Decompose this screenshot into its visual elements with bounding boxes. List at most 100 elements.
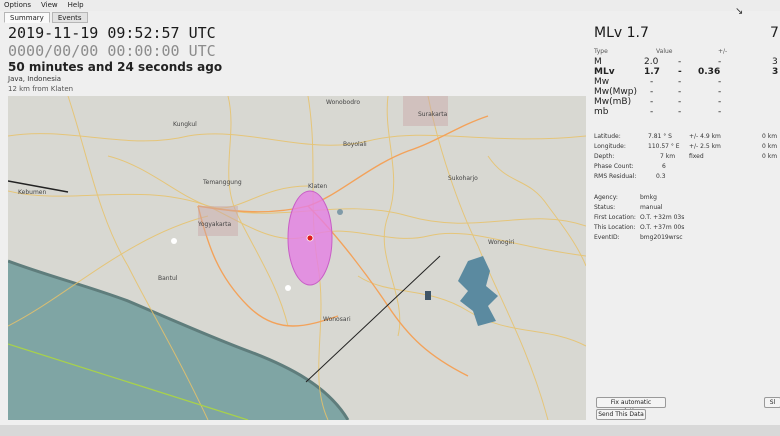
mag-type: Mw [594,77,610,87]
longitude-label: Longitude: [594,143,626,150]
mag-value: 1.7 [644,67,660,77]
mag-value: - [650,107,654,117]
label-temanggung: Temanggung [202,179,242,186]
region-name: Java, Indonesia [8,75,62,83]
agency-label: Agency: [594,194,618,201]
agency-value: bmkg [640,194,657,201]
label-bantul: Bantul [158,275,178,282]
mag-value: - [650,77,654,87]
header-value: Value [656,48,673,55]
this-location-row: This Location: O.T. +37m 00s [594,224,780,234]
side-button[interactable]: Sl [764,397,780,408]
label-wonosari: Wonosari [323,316,351,323]
phase-count-label: Phase Count: [594,163,634,170]
station-marker-east[interactable] [337,209,343,215]
station-marker-square[interactable] [425,291,431,300]
menu-bar: Options View Help [0,0,780,11]
mag-dash: - [678,67,682,77]
mag-value: 2.0 [644,57,659,67]
origin-time: 2019-11-19 09:52:57 UTC [8,24,216,42]
rms-value: 0.3 [656,173,666,180]
mag-uncertainty: - [718,97,722,107]
map-canvas[interactable]: Kungkul Wonobodro Boyolali Surakarta Tem… [8,96,586,420]
mag-value: - [650,97,654,107]
first-location-value: O.T. +32m 03s [640,214,685,221]
first-location-label: First Location: [594,214,636,221]
mag-uncertainty: - [718,57,722,67]
menu-help[interactable]: Help [68,1,84,9]
mag-type: Mw(mB) [594,97,632,107]
magnitude-title: MLv 1.7 [594,25,649,41]
mag-count: 3 [772,67,779,77]
event-map[interactable]: Kungkul Wonobodro Boyolali Surakarta Tem… [8,96,586,420]
mag-dash: - [678,57,682,67]
label-klaten: Klaten [308,183,327,190]
fix-solution-button[interactable]: Fix automatic solutions [596,397,666,415]
mouse-cursor-icon: ↘ [735,6,744,17]
station-marker-west[interactable] [171,238,177,244]
rms-label: RMS Residual: [594,173,637,180]
epicenter-marker[interactable] [306,234,314,242]
tab-events[interactable]: Events [51,12,88,23]
status-row: Status: manual [594,204,780,214]
depth-value: 7 km [660,153,676,160]
mag-type: mb [594,107,609,117]
mag-type: MLv [594,67,615,77]
mag-dash: - [678,107,682,117]
label-kungkul: Kungkul [173,121,197,128]
send-data-button[interactable]: Send This Data [596,409,646,420]
label-boyolali: Boyolali [343,141,367,148]
latitude-row: Latitude: 7.81 ° S +/- 4.9 km 0 km [594,133,780,143]
mag-count: 3 [772,57,778,67]
longitude-row: Longitude: 110.57 ° E +/- 2.5 km 0 km [594,143,780,153]
magnitude-row-mwp[interactable]: Mw(Mwp) - - - [594,87,780,97]
agency-row: Agency: bmkg [594,194,780,204]
mag-uncertainty: - [718,77,722,87]
mag-type: Mw(Mwp) [594,87,637,97]
mag-type: M [594,57,602,67]
station-marker-south[interactable] [285,285,291,291]
depth-extra: 0 km [762,153,778,160]
tab-bar: Summary Events [4,12,88,23]
tab-summary[interactable]: Summary [4,12,50,23]
event-id-label: EventID: [594,234,620,241]
label-surakarta: Surakarta [418,111,448,118]
status-bar [0,425,780,436]
header-uncertainty: +/- [718,48,728,55]
label-kebumen: Kebumen [18,189,46,196]
magnitude-row-mb-upper[interactable]: Mw(mB) - - - [594,97,780,107]
header-type: Type [594,48,608,55]
magnitude-row-mb[interactable]: mb - - - [594,107,780,117]
depth-fixed: fixed [689,153,704,160]
mag-dash: - [678,87,682,97]
this-location-label: This Location: [594,224,636,231]
latitude-label: Latitude: [594,133,621,140]
mag-uncertainty: 0.36 [698,67,721,77]
magnitude-right-value: 7 [770,25,779,41]
location-info: Latitude: 7.81 ° S +/- 4.9 km 0 km Longi… [594,133,780,183]
longitude-value: 110.57 ° E [648,143,680,150]
label-sukoharjo: Sukoharjo [448,175,478,182]
magnitude-table: Type Value +/- M 2.0 - - 3 MLv 1.7 - 0.3… [594,48,780,117]
magnitude-row-mw[interactable]: Mw - - - [594,77,780,87]
mag-dash: - [678,77,682,87]
label-yogyakarta: Yogyakarta [197,221,231,228]
latitude-value: 7.81 ° S [648,133,672,140]
nearest-city-distance: 12 km from Klaten [8,85,74,93]
menu-view[interactable]: View [41,1,58,9]
longitude-extra: 0 km [762,143,778,150]
latitude-uncertainty: +/- 4.9 km [689,133,721,140]
label-wonogiri: Wonogiri [488,239,515,246]
mag-dash: - [678,97,682,107]
menu-options[interactable]: Options [4,1,31,9]
mag-uncertainty: - [718,107,722,117]
first-location-row: First Location: O.T. +32m 03s [594,214,780,224]
phase-count-value: 6 [662,163,666,170]
magnitude-row-mlv[interactable]: MLv 1.7 - 0.36 3 [594,67,780,77]
rms-row: RMS Residual: 0.3 [594,173,780,183]
longitude-uncertainty: +/- 2.5 km [689,143,721,150]
event-id-row: EventID: bmg2019wrsc [594,234,780,244]
elapsed-time: 50 minutes and 24 seconds ago [8,60,223,74]
magnitude-row-m[interactable]: M 2.0 - - 3 [594,57,780,67]
depth-label: Depth: [594,153,615,160]
